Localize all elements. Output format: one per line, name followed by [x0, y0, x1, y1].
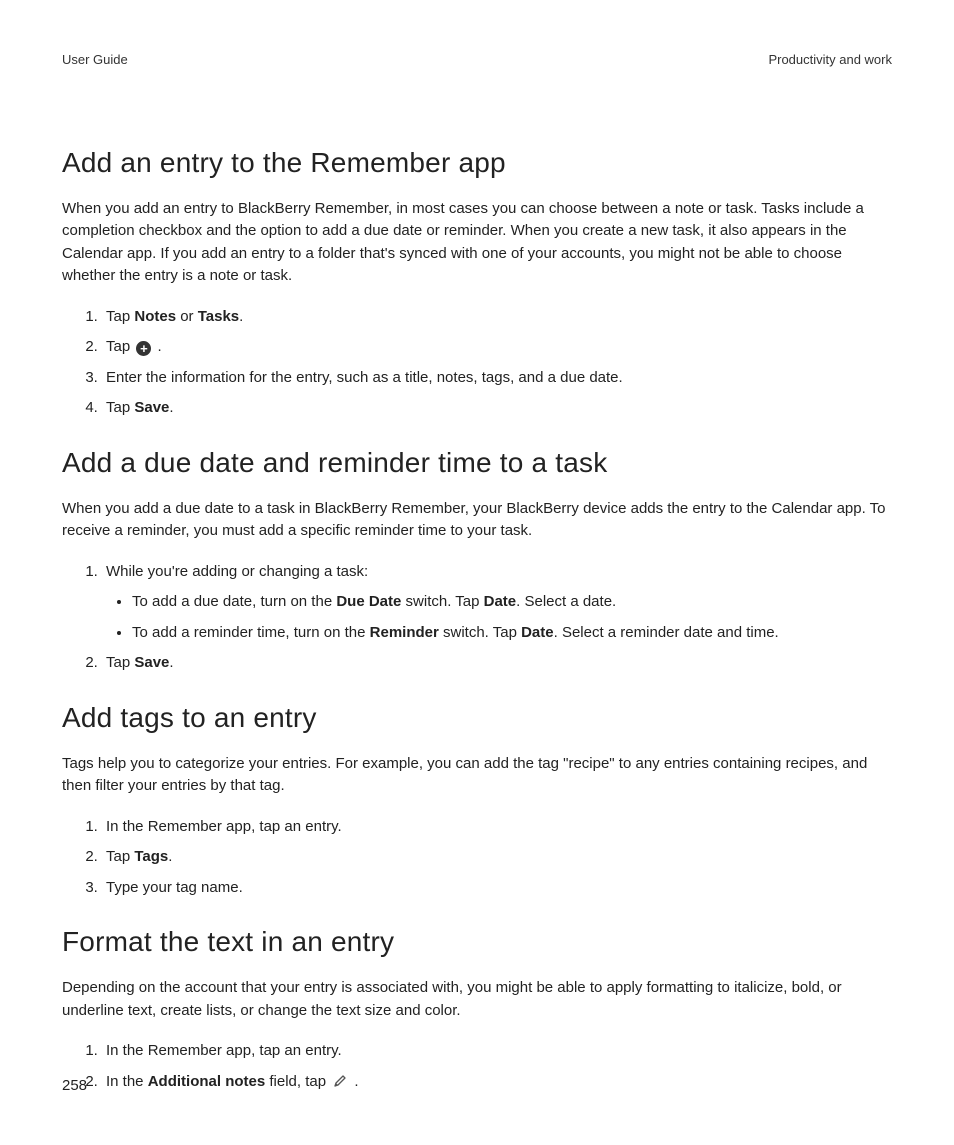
text: .	[350, 1073, 358, 1090]
text: .	[239, 308, 243, 325]
text: While you're adding or changing a task:	[106, 563, 368, 580]
text: .	[153, 338, 161, 355]
bold-tasks: Tasks	[198, 308, 239, 325]
page-number: 258	[62, 1075, 87, 1098]
bold-reminder: Reminder	[370, 624, 439, 641]
para-due-date-intro: When you add a due date to a task in Bla…	[62, 498, 892, 543]
tags-step-3: Type your tag name.	[102, 877, 892, 900]
add-entry-step-4: Tap Save.	[102, 397, 892, 420]
tags-step-2: Tap Tags.	[102, 846, 892, 869]
text: switch. Tap	[439, 624, 521, 641]
heading-add-entry: Add an entry to the Remember app	[62, 142, 892, 184]
due-date-step-1: While you're adding or changing a task: …	[102, 561, 892, 645]
text: .	[169, 654, 173, 671]
steps-add-entry: Tap Notes or Tasks. Tap + . Enter the in…	[62, 306, 892, 420]
add-entry-step-1: Tap Notes or Tasks.	[102, 306, 892, 329]
heading-tags: Add tags to an entry	[62, 697, 892, 739]
format-step-2: In the Additional notes field, tap .	[102, 1071, 892, 1097]
due-date-step-2: Tap Save.	[102, 652, 892, 675]
bold-date: Date	[484, 593, 517, 610]
text: . Select a date.	[516, 593, 616, 610]
text: . Select a reminder date and time.	[554, 624, 779, 641]
text: To add a due date, turn on the	[132, 593, 336, 610]
add-entry-step-3: Enter the information for the entry, suc…	[102, 367, 892, 390]
bold-due-date: Due Date	[336, 593, 401, 610]
text: switch. Tap	[401, 593, 483, 610]
add-entry-step-2: Tap + .	[102, 336, 892, 359]
pen-icon	[332, 1073, 348, 1097]
due-date-sublist: To add a due date, turn on the Due Date …	[106, 591, 892, 644]
header-right: Productivity and work	[768, 50, 892, 70]
page-header: User Guide Productivity and work	[62, 50, 892, 70]
heading-format: Format the text in an entry	[62, 921, 892, 963]
due-date-bullet-2: To add a reminder time, turn on the Remi…	[132, 622, 892, 645]
tags-step-1: In the Remember app, tap an entry.	[102, 816, 892, 839]
due-date-bullet-1: To add a due date, turn on the Due Date …	[132, 591, 892, 614]
text: or	[176, 308, 198, 325]
text: .	[168, 848, 172, 865]
text: To add a reminder time, turn on the	[132, 624, 370, 641]
bold-tags: Tags	[134, 848, 168, 865]
text: field, tap	[265, 1073, 330, 1090]
header-left: User Guide	[62, 50, 128, 70]
page: User Guide Productivity and work Add an …	[0, 0, 954, 1145]
bold-save: Save	[134, 399, 169, 416]
format-step-1: In the Remember app, tap an entry.	[102, 1040, 892, 1063]
text: Tap	[106, 654, 134, 671]
text: Tap	[106, 338, 134, 355]
text: Tap	[106, 399, 134, 416]
para-format-intro: Depending on the account that your entry…	[62, 977, 892, 1022]
steps-format: In the Remember app, tap an entry. In th…	[62, 1040, 892, 1096]
text: Tap	[106, 848, 134, 865]
bold-date: Date	[521, 624, 554, 641]
bold-save: Save	[134, 654, 169, 671]
text: In the	[106, 1073, 148, 1090]
steps-tags: In the Remember app, tap an entry. Tap T…	[62, 816, 892, 900]
para-add-entry-intro: When you add an entry to BlackBerry Reme…	[62, 198, 892, 288]
steps-due-date: While you're adding or changing a task: …	[62, 561, 892, 675]
bold-additional-notes: Additional notes	[148, 1073, 266, 1090]
plus-icon: +	[136, 341, 151, 356]
bold-notes: Notes	[134, 308, 176, 325]
heading-due-date: Add a due date and reminder time to a ta…	[62, 442, 892, 484]
text: .	[169, 399, 173, 416]
para-tags-intro: Tags help you to categorize your entries…	[62, 753, 892, 798]
text: Tap	[106, 308, 134, 325]
